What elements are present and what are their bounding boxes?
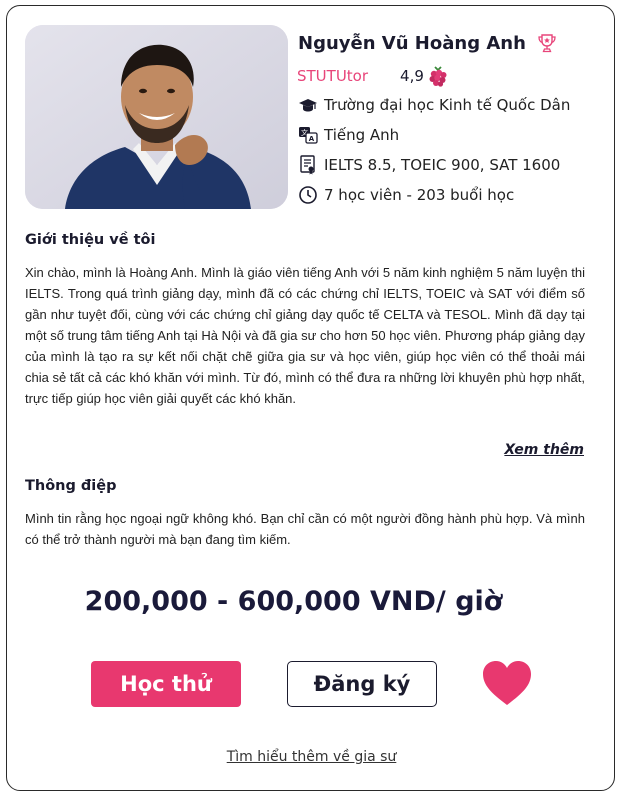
heart-icon[interactable] [481,658,533,710]
trophy-icon [536,32,558,54]
tutor-name: Nguyễn Vũ Hoàng Anh [298,32,526,54]
tutor-avatar [25,25,288,209]
message-title: Thông điệp [25,478,117,494]
clock-icon [297,184,319,206]
certificates-row: IELTS 8.5, TOEIC 900, SAT 1600 [297,154,560,176]
stats-text: 7 học viên - 203 buổi học [324,186,515,204]
trial-button[interactable]: Học thử [91,661,241,707]
sub-row: STUTUtor 4,9 [297,64,450,88]
language-row: 文 A Tiếng Anh [297,124,399,146]
certificate-icon [297,154,319,176]
university-text: Trường đại học Kinh tế Quốc Dân [324,96,571,114]
price-range: 200,000 - 600,000 VND/ giờ [84,586,503,617]
message-text: Mình tin rằng học ngoại ngữ không khó. B… [25,511,585,547]
university-row: Trường đại học Kinh tế Quốc Dân [297,94,570,116]
stututor-badge: STUTUtor [297,67,369,85]
translate-icon: 文 A [297,124,319,146]
rating-value: 4,9 [400,67,424,85]
language-text: Tiếng Anh [324,126,400,144]
see-more-link[interactable]: Xem thêm [504,442,584,458]
stats-row: 7 học viên - 203 buổi học [297,184,514,206]
name-row: Nguyễn Vũ Hoàng Anh [298,28,558,58]
register-button[interactable]: Đăng ký [287,661,437,707]
graduation-cap-icon [297,94,319,116]
learn-more-link[interactable]: Tìm hiểu thêm về gia sư [7,749,616,765]
svg-text:A: A [309,135,315,143]
about-title: Giới thiệu về tôi [25,232,156,248]
about-text: Xin chào, mình là Hoàng Anh. Mình là giá… [25,265,585,406]
tutor-card: Nguyễn Vũ Hoàng Anh STUTUtor 4,9 Trường … [6,5,615,791]
raspberry-icon [426,64,450,88]
certificates-text: IELTS 8.5, TOEIC 900, SAT 1600 [324,156,561,174]
